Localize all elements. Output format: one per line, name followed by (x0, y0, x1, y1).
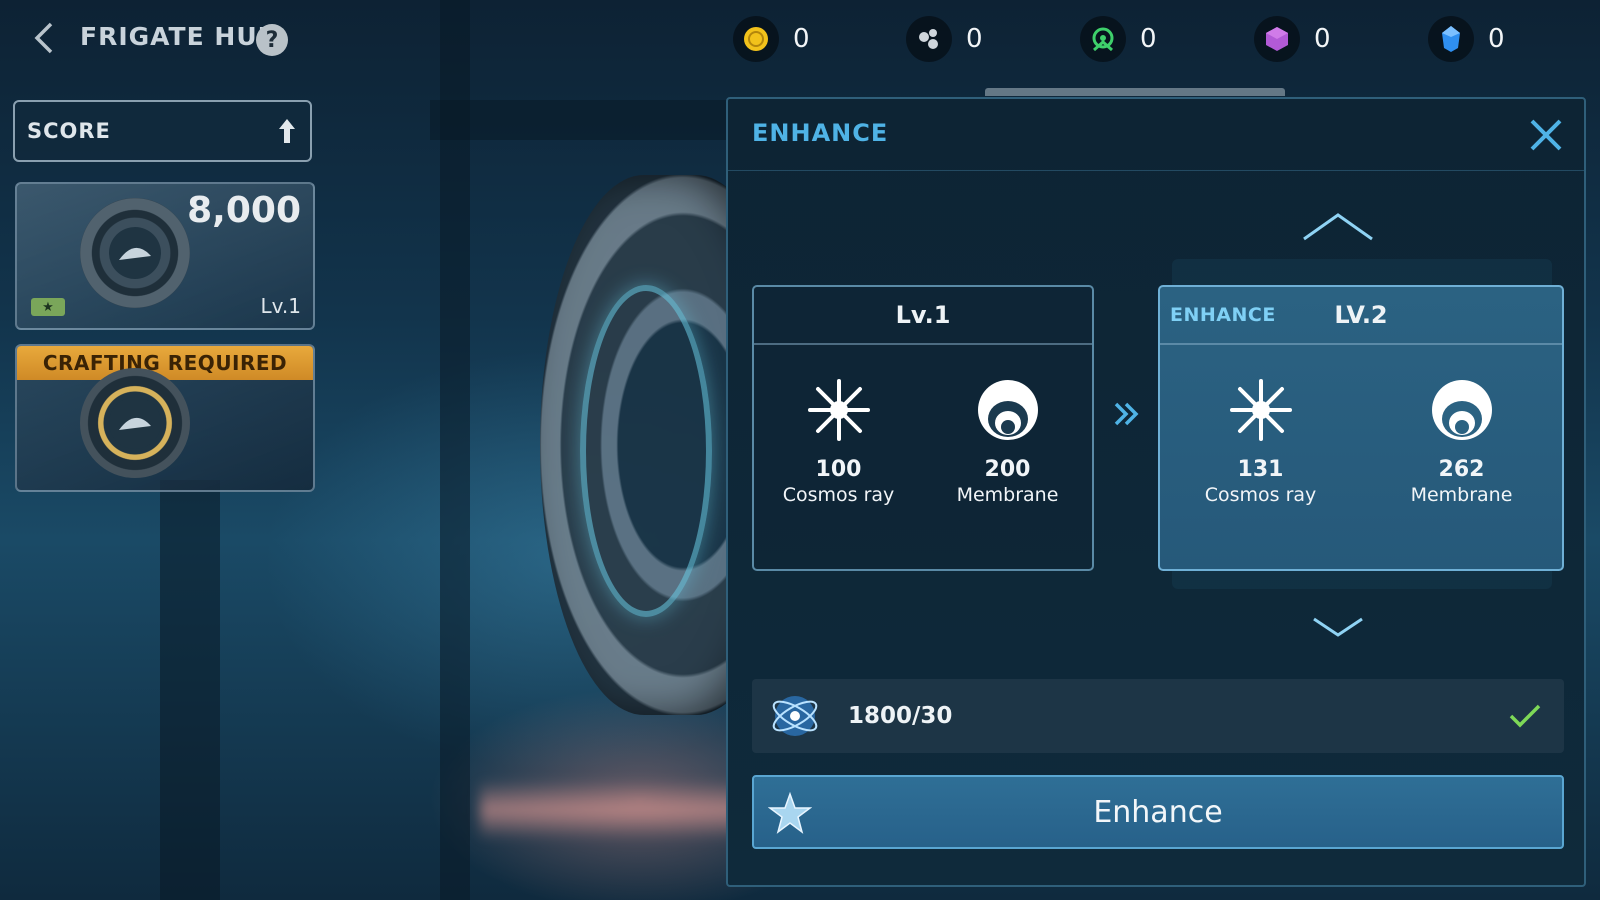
currency-blue[interactable]: 0 (1428, 16, 1505, 62)
level-down-button[interactable] (1298, 607, 1378, 647)
purple-cube-icon (1254, 16, 1300, 62)
frigate-card-locked[interactable]: CRAFTING REQUIRED (15, 344, 315, 492)
currency-purple[interactable]: 0 (1254, 16, 1331, 62)
next-level-card: ENHANCE LV.2 131 Cosmos ray 262 Membrane (1158, 285, 1564, 571)
panel-tab-indicator (985, 88, 1285, 96)
panel-title: ENHANCE (752, 119, 889, 147)
close-icon (1530, 119, 1562, 151)
star-icon (768, 791, 812, 834)
card-score: 8,000 (187, 190, 301, 231)
enhance-panel: ENHANCE Lv.1 100 Cosmos ray 200 Membrane… (726, 97, 1586, 887)
current-level-label: Lv.1 (754, 287, 1092, 345)
star-icon: ★ (31, 298, 65, 316)
material-membrane: 200 Membrane (933, 377, 1083, 506)
close-button[interactable] (1526, 115, 1566, 155)
currency-value: 0 (793, 24, 810, 54)
membrane-icon (1431, 380, 1492, 440)
material-membrane: 262 Membrane (1387, 377, 1537, 506)
page-title: FRIGATE HUB (80, 22, 278, 51)
cosmos-ray-icon (1229, 379, 1292, 441)
requirement-value: 1800/30 (848, 703, 953, 729)
material-amount: 262 (1438, 457, 1485, 482)
currency-value: 0 (1314, 24, 1331, 54)
background-beam (430, 100, 730, 140)
arrow-up-icon (279, 119, 295, 143)
enhance-tag: ENHANCE (1170, 304, 1276, 326)
frigate-emblem-icon (80, 368, 190, 478)
material-amount: 200 (984, 457, 1031, 482)
material-cosmos-ray: 131 Cosmos ray (1186, 377, 1336, 506)
floor-glow (480, 780, 740, 840)
membrane-icon (977, 380, 1038, 440)
current-level-card: Lv.1 100 Cosmos ray 200 Membrane (752, 285, 1094, 571)
level-up-button[interactable] (1298, 207, 1378, 247)
next-level-header: ENHANCE LV.2 (1160, 287, 1562, 345)
card-level: Lv.1 (260, 294, 301, 318)
material-name: Cosmos ray (1204, 484, 1317, 506)
currency-value: 0 (1488, 24, 1505, 54)
cosmos-ray-icon (807, 379, 870, 441)
currency-value: 0 (1140, 24, 1157, 54)
material-name: Membrane (956, 484, 1059, 506)
alloy-cluster-icon (906, 16, 952, 62)
material-amount: 131 (1237, 457, 1284, 482)
checkmark-icon (1509, 704, 1541, 728)
material-cosmos-ray: 100 Cosmos ray (764, 377, 914, 506)
currency-value: 0 (966, 24, 983, 54)
currency-green[interactable]: 0 (1080, 16, 1157, 62)
blue-crystal-icon (1428, 16, 1474, 62)
chevron-down-icon (1313, 617, 1363, 637)
green-core-icon (1080, 16, 1126, 62)
currency-gold[interactable]: 0 (733, 16, 810, 62)
help-button[interactable]: ? (256, 24, 288, 56)
material-name: Membrane (1410, 484, 1513, 506)
material-name: Cosmos ray (782, 484, 895, 506)
next-level-label: LV.2 (1334, 301, 1388, 329)
enhance-button[interactable]: Enhance (752, 775, 1564, 849)
double-arrow-right-icon (1114, 402, 1139, 426)
chevron-left-icon (34, 22, 53, 54)
sort-dropdown[interactable]: SCORE (13, 100, 312, 162)
crafting-required-banner: CRAFTING REQUIRED (17, 346, 313, 380)
gold-coin-icon (733, 16, 779, 62)
atom-orb-icon (772, 696, 818, 736)
currency-alloy[interactable]: 0 (906, 16, 983, 62)
frigate-card[interactable]: 8,000 ★ Lv.1 (15, 182, 315, 330)
back-button[interactable] (28, 18, 60, 58)
material-amount: 100 (815, 457, 862, 482)
requirement-row: 1800/30 (752, 679, 1564, 753)
background-pillar (160, 480, 220, 900)
frigate-emblem-icon (80, 198, 190, 308)
top-bar: FRIGATE HUB ? 0 0 0 0 0 (0, 0, 1600, 80)
sort-label: SCORE (27, 119, 111, 143)
chevron-up-icon (1303, 213, 1373, 241)
panel-header: ENHANCE (728, 99, 1584, 171)
enhance-button-label: Enhance (1093, 794, 1223, 830)
